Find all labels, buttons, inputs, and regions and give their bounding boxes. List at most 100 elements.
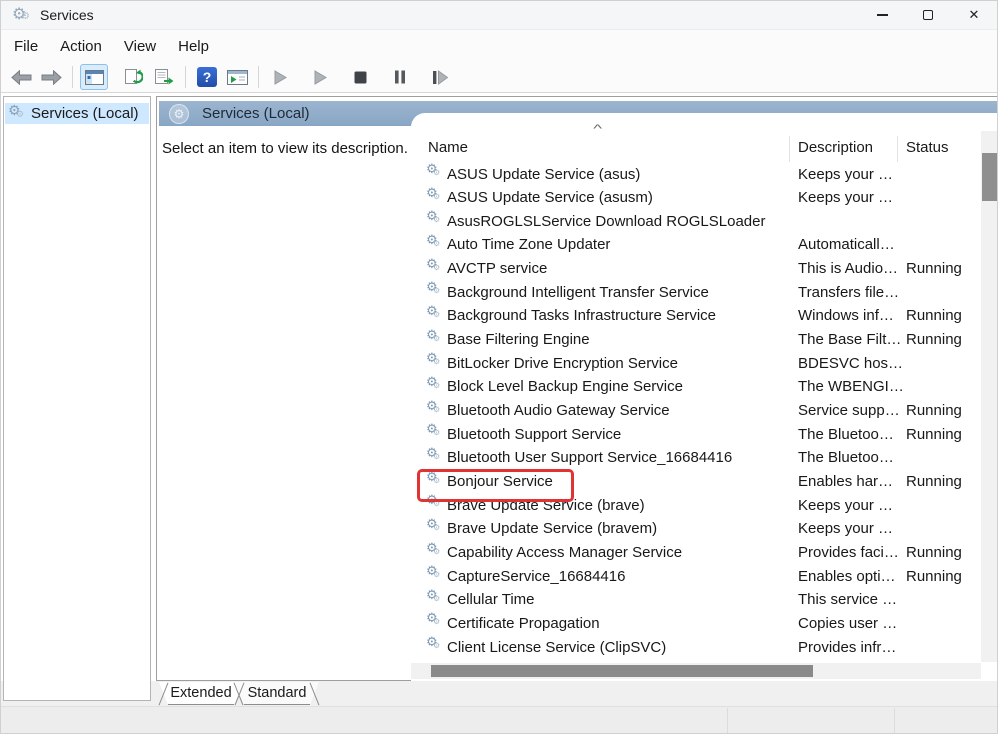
menu-item[interactable]: File [3,34,49,59]
service-description: Enables har… [798,473,893,490]
menu-item[interactable]: Help [167,34,220,59]
service-name: Block Level Backup Engine Service [447,378,683,395]
help-button[interactable]: ? [193,64,221,90]
service-row[interactable]: ⚙ ⚙ AsusROGLSLService Download ROGLSLoad… [411,210,981,234]
maximize-button[interactable] [905,1,951,29]
view-tabs: Extended Standard [157,682,321,706]
service-gear-icon: ⚙ ⚙ [426,472,442,488]
footer-bar [1,706,997,734]
service-gear-icon: ⚙ ⚙ [426,235,442,251]
footer-divider [727,708,728,734]
action-pane-icon [227,70,248,85]
export-list-button[interactable] [150,64,178,90]
service-description: The WBENGI… [798,378,904,395]
service-row[interactable]: ⚙ ⚙ Bonjour Service Enables har… Running [411,471,981,495]
back-arrow-icon [11,70,32,85]
forward-button[interactable] [37,64,65,90]
service-gear-icon: ⚙ ⚙ [426,211,442,227]
service-name: Bonjour Service [447,473,553,490]
start-service-button[interactable] [266,64,294,90]
service-description: Provides faci… [798,544,899,561]
service-gear-icon: ⚙ ⚙ [426,164,442,180]
service-name: ASUS Update Service (asus) [447,166,640,183]
export-list-icon [155,69,174,85]
service-row[interactable]: ⚙ ⚙ Background Intelligent Transfer Serv… [411,281,981,305]
service-name: Client License Service (ClipSVC) [447,639,666,656]
service-row[interactable]: ⚙ ⚙ Block Level Backup Engine Service Th… [411,376,981,400]
show-action-pane-button[interactable] [223,64,251,90]
view-tab[interactable]: Standard [233,682,321,705]
service-row[interactable]: ⚙ ⚙ Certificate Propagation Copies user … [411,612,981,636]
service-gear-icon: ⚙ ⚙ [426,590,442,606]
back-button[interactable] [7,64,35,90]
service-gear-icon: ⚙ ⚙ [426,306,442,322]
service-row[interactable]: ⚙ ⚙ Capability Access Manager Service Pr… [411,542,981,566]
service-row[interactable]: ⚙ ⚙ ASUS Update Service (asus) Keeps you… [411,163,981,187]
service-status: Running [906,402,962,419]
column-header-status[interactable]: Status [906,139,949,156]
service-description: The Base Filt… [798,331,901,348]
service-row[interactable]: ⚙ ⚙ Base Filtering Engine The Base Filt…… [411,329,981,353]
services-gear-icon: ⚙ ⚙ [8,106,26,122]
service-gear-icon: ⚙ ⚙ [426,613,442,629]
service-row[interactable]: ⚙ ⚙ Bluetooth Audio Gateway Service Serv… [411,400,981,424]
service-name: CaptureService_16684416 [447,568,625,585]
service-row[interactable]: ⚙ ⚙ Cellular Time This service … [411,589,981,613]
minimize-button[interactable] [859,1,905,29]
service-name: Cellular Time [447,591,535,608]
service-status: Running [906,260,962,277]
refresh-button[interactable] [120,64,148,90]
column-header-description[interactable]: Description [798,139,873,156]
close-button[interactable]: ✕ [951,1,997,29]
view-tab-label: Extended [157,685,245,701]
menu-item[interactable]: Action [49,34,113,59]
service-gear-icon: ⚙ ⚙ [426,543,442,559]
forward-arrow-icon [41,70,62,85]
service-row[interactable]: ⚙ ⚙ CaptureService_16684416 Enables opti… [411,565,981,589]
service-row[interactable]: ⚙ ⚙ Background Tasks Infrastructure Serv… [411,305,981,329]
vertical-scrollbar[interactable] [981,131,998,662]
service-row[interactable]: ⚙ ⚙ Bluetooth Support Service The Blueto… [411,423,981,447]
service-row[interactable]: ⚙ ⚙ AVCTP service This is Audio… Running [411,258,981,282]
play-icon [274,70,287,85]
pause-icon [394,70,406,84]
horizontal-scrollbar-thumb[interactable] [431,665,813,677]
restart-service-button[interactable] [426,64,454,90]
service-description: Keeps your … [798,497,893,514]
service-name: Background Tasks Infrastructure Service [447,307,716,324]
service-row[interactable]: ⚙ ⚙ Brave Update Service (bravem) Keeps … [411,518,981,542]
service-row[interactable]: ⚙ ⚙ Bluetooth User Support Service_16684… [411,447,981,471]
stop-service-button[interactable] [346,64,374,90]
service-description: Enables opti… [798,568,896,585]
column-header-name[interactable]: Name [428,139,468,156]
horizontal-scrollbar[interactable] [411,663,981,679]
service-name: Brave Update Service (bravem) [447,520,657,537]
service-description: This is Audio… [798,260,898,277]
resume-service-button[interactable] [306,64,334,90]
console-tree-icon [85,70,104,85]
service-name: AsusROGLSLService Download ROGLSLoader [447,213,766,230]
show-console-tree-button[interactable] [80,64,108,90]
service-status: Running [906,331,962,348]
service-description: This service … [798,591,897,608]
vertical-scrollbar-thumb[interactable] [982,153,997,201]
window-title: Services [40,7,94,23]
toolbar-separator [258,66,259,88]
close-icon: ✕ [969,7,980,23]
service-description: Automaticall… [798,236,895,253]
service-row[interactable]: ⚙ ⚙ Client License Service (ClipSVC) Pro… [411,636,981,660]
menu-item[interactable]: View [113,34,167,59]
pause-service-button[interactable] [386,64,414,90]
service-row[interactable]: ⚙ ⚙ BitLocker Drive Encryption Service B… [411,352,981,376]
service-gear-icon: ⚙ ⚙ [426,353,442,369]
description-hint: Select an item to view its description. [162,140,408,157]
service-row[interactable]: ⚙ ⚙ ASUS Update Service (asusm) Keeps yo… [411,187,981,211]
service-status: Running [906,307,962,324]
view-tab[interactable]: Extended [157,682,245,705]
tree-item-services-local[interactable]: ⚙ ⚙ Services (Local) [5,103,149,124]
console-tree-panel: ⚙ ⚙ Services (Local) [3,96,151,701]
service-description: Provides infr… [798,639,896,656]
service-row[interactable]: ⚙ ⚙ Auto Time Zone Updater Automaticall… [411,234,981,258]
service-gear-icon: ⚙ ⚙ [426,330,442,346]
service-name: ASUS Update Service (asusm) [447,189,653,206]
